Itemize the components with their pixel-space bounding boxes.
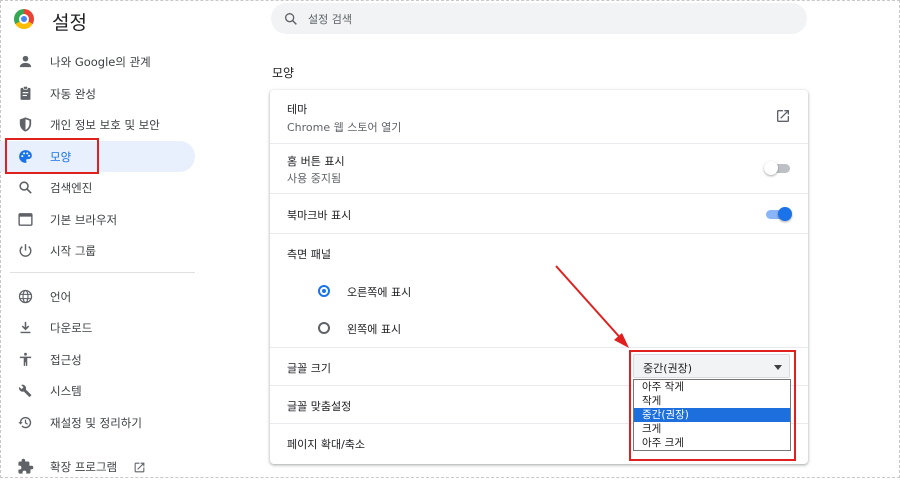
annotation-highlight-box [629, 350, 796, 461]
sidebar-item-label: 시작 그룹 [50, 244, 96, 258]
sidebar-item-default-browser[interactable]: 기본 브라우저 [0, 204, 195, 235]
sidebar-item-label: 언어 [50, 290, 72, 304]
power-icon [19, 244, 32, 257]
search-placeholder: 설정 검색 [308, 13, 352, 26]
sidebar-item-privacy[interactable]: 개인 정보 보호 및 보안 [0, 109, 195, 140]
side-panel-left-radio[interactable] [318, 322, 330, 334]
page-zoom-title: 페이지 확대/축소 [287, 438, 366, 451]
sidebar-item-on-startup[interactable]: 시작 그룹 [0, 235, 195, 266]
history-icon [18, 416, 32, 429]
sidebar-item-label: 개인 정보 보호 및 보안 [50, 118, 160, 132]
sidebar-item-languages[interactable]: 언어 [0, 281, 195, 312]
customize-fonts-title: 글꼴 맞춤설정 [287, 400, 352, 413]
home-button-subtitle: 사용 중지됨 [287, 172, 342, 185]
sidebar-item-label: 재설정 및 정리하기 [50, 416, 142, 430]
search-icon [285, 12, 297, 25]
bookmarks-bar-toggle[interactable] [766, 207, 792, 221]
puzzle-icon [18, 458, 34, 474]
side-panel-right-radio[interactable] [318, 285, 330, 297]
person-icon [19, 55, 32, 68]
browser-icon [18, 213, 33, 226]
side-panel-right-label[interactable]: 오른쪽에 표시 [347, 284, 411, 300]
search-icon [19, 181, 32, 194]
home-button-row: 홈 버튼 표시 사용 중지됨 [270, 143, 808, 194]
bookmarks-bar-row: 북마크바 표시 [270, 193, 808, 234]
wrench-icon [19, 384, 32, 398]
open-external-icon [134, 462, 145, 473]
sidebar-item-reset[interactable]: 재설정 및 정리하기 [0, 407, 195, 438]
chrome-logo-icon [14, 9, 34, 29]
side-panel-left-label[interactable]: 왼쪽에 표시 [347, 321, 401, 337]
side-panel-title: 측면 패널 [287, 248, 331, 261]
sidebar-item-label: 시스템 [50, 384, 82, 398]
search-input[interactable]: 설정 검색 [271, 3, 807, 34]
section-title: 모양 [272, 66, 295, 80]
home-button-toggle[interactable] [764, 161, 792, 175]
bookmarks-bar-title: 북마크바 표시 [287, 209, 352, 222]
page-title: 설정 [52, 12, 87, 34]
sidebar-item-label: 다운로드 [50, 321, 93, 335]
sidebar-item-accessibility[interactable]: 접근성 [0, 344, 195, 375]
annotation-highlight-box [5, 138, 99, 174]
sidebar-item-search-engine[interactable]: 검색엔진 [0, 172, 195, 203]
home-button-title: 홈 버튼 표시 [287, 155, 345, 168]
sidebar-item-google[interactable]: 나와 Google의 관계 [0, 46, 195, 77]
sidebar-item-label: 검색엔진 [50, 181, 93, 195]
sidebar-item-downloads[interactable]: 다운로드 [0, 312, 195, 343]
sidebar-item-label: 자동 완성 [50, 87, 96, 101]
clipboard-icon [20, 86, 31, 100]
sidebar-item-label: 나와 Google의 관계 [50, 55, 151, 69]
globe-icon [18, 289, 33, 304]
side-panel-row: 측면 패널 오른쪽에 표시 왼쪽에 표시 [270, 233, 808, 348]
sidebar-item-label: 확장 프로그램 [50, 460, 118, 474]
accessibility-icon [19, 352, 32, 366]
sidebar-item-label: 접근성 [50, 353, 82, 367]
sidebar-item-label: 기본 브라우저 [50, 213, 118, 227]
sidebar-divider [10, 272, 195, 273]
sidebar-item-extensions[interactable]: 확장 프로그램 [0, 451, 195, 482]
theme-title: 테마 [287, 103, 308, 116]
sidebar-item-autofill[interactable]: 자동 완성 [0, 78, 195, 109]
theme-subtitle: Chrome 웹 스토어 열기 [287, 121, 402, 134]
sidebar-item-system[interactable]: 시스템 [0, 375, 195, 406]
download-icon [20, 321, 31, 334]
theme-row[interactable]: 테마 Chrome 웹 스토어 열기 [270, 90, 808, 143]
font-size-title: 글꼴 크기 [287, 362, 331, 375]
open-external-icon[interactable] [775, 108, 791, 124]
shield-icon [19, 117, 32, 132]
